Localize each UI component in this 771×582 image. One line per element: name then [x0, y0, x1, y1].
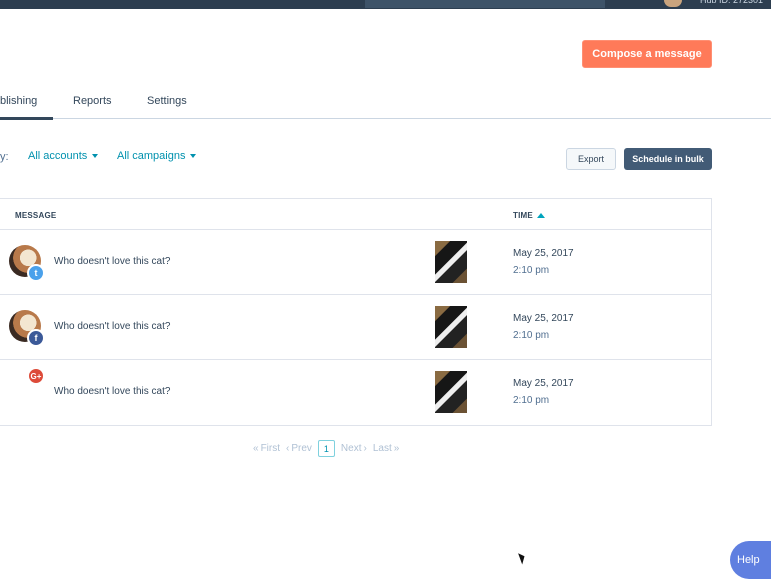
- pagination: « First ‹ Prev 1 Next › Last »: [253, 440, 399, 457]
- message-time: 2:10 pm: [513, 395, 550, 406]
- mouse-cursor-icon: [518, 551, 527, 565]
- double-chevron-left-icon: «: [253, 443, 259, 454]
- schedule-in-bulk-button[interactable]: Schedule in bulk: [624, 148, 712, 170]
- hub-id: Hub ID: 272301: [699, 0, 763, 5]
- google-plus-icon: G+: [27, 367, 45, 385]
- pagination-first-label: First: [260, 443, 281, 454]
- pagination-prev-label: Prev: [291, 443, 312, 454]
- user-avatar[interactable]: [664, 0, 682, 7]
- table-row[interactable]: f Who doesn't love this cat? May 25, 201…: [0, 295, 711, 360]
- chevron-right-icon: ›: [363, 443, 367, 454]
- sort-ascending-icon: [536, 213, 545, 218]
- double-chevron-right-icon: »: [393, 443, 400, 454]
- pagination-first[interactable]: « First: [253, 443, 280, 454]
- pagination-next[interactable]: Next ›: [341, 443, 367, 454]
- filter-label: y:: [0, 151, 9, 163]
- chevron-left-icon: ‹: [286, 443, 290, 454]
- tab-settings[interactable]: Settings: [147, 95, 187, 107]
- message-date: May 25, 2017: [513, 248, 574, 259]
- message-text: Who doesn't love this cat?: [54, 321, 171, 332]
- twitter-icon: t: [27, 264, 45, 282]
- campaigns-filter-label: All campaigns: [117, 150, 186, 162]
- tab-publishing[interactable]: blishing: [0, 95, 37, 107]
- column-header-message[interactable]: MESSAGE: [15, 211, 56, 220]
- messages-table: MESSAGE TIME t Who doesn't love this cat…: [0, 198, 712, 426]
- export-button[interactable]: Export: [566, 148, 616, 170]
- compose-message-button[interactable]: Compose a message: [582, 40, 712, 68]
- tab-bar: blishing Reports Settings: [0, 88, 771, 120]
- pagination-current-page[interactable]: 1: [317, 440, 335, 457]
- column-header-time-label: TIME: [513, 211, 533, 220]
- top-navigation-bar: Hub ID: 272301: [0, 0, 771, 9]
- cat-photo-thumbnail[interactable]: [435, 306, 467, 348]
- cat-photo-thumbnail[interactable]: [435, 241, 467, 283]
- help-button[interactable]: Help: [730, 541, 771, 579]
- pagination-last-label: Last: [372, 443, 392, 454]
- message-date: May 25, 2017: [513, 313, 574, 324]
- table-header: MESSAGE TIME: [0, 199, 711, 230]
- table-row[interactable]: t Who doesn't love this cat? May 25, 201…: [0, 230, 711, 295]
- pagination-next-label: Next: [340, 443, 362, 454]
- message-text: Who doesn't love this cat?: [54, 256, 171, 267]
- cat-photo-thumbnail[interactable]: [435, 371, 467, 413]
- caret-down-icon: [190, 154, 197, 158]
- pagination-last[interactable]: Last »: [373, 443, 399, 454]
- campaigns-filter-dropdown[interactable]: All campaigns: [117, 150, 197, 162]
- message-time: 2:10 pm: [513, 265, 550, 276]
- global-search-input[interactable]: [365, 0, 605, 8]
- message-date: May 25, 2017: [513, 378, 574, 389]
- message-time: 2:10 pm: [513, 330, 550, 341]
- column-header-time[interactable]: TIME: [513, 211, 545, 220]
- pagination-prev[interactable]: ‹ Prev: [286, 443, 312, 454]
- accounts-filter-dropdown[interactable]: All accounts: [28, 150, 99, 162]
- caret-down-icon: [92, 154, 99, 158]
- message-text: Who doesn't love this cat?: [54, 386, 171, 397]
- active-tab-indicator: [0, 117, 53, 120]
- facebook-icon: f: [27, 329, 45, 347]
- table-row[interactable]: G+ Who doesn't love this cat? May 25, 20…: [0, 360, 711, 425]
- tab-reports[interactable]: Reports: [73, 95, 112, 107]
- accounts-filter-label: All accounts: [28, 150, 88, 162]
